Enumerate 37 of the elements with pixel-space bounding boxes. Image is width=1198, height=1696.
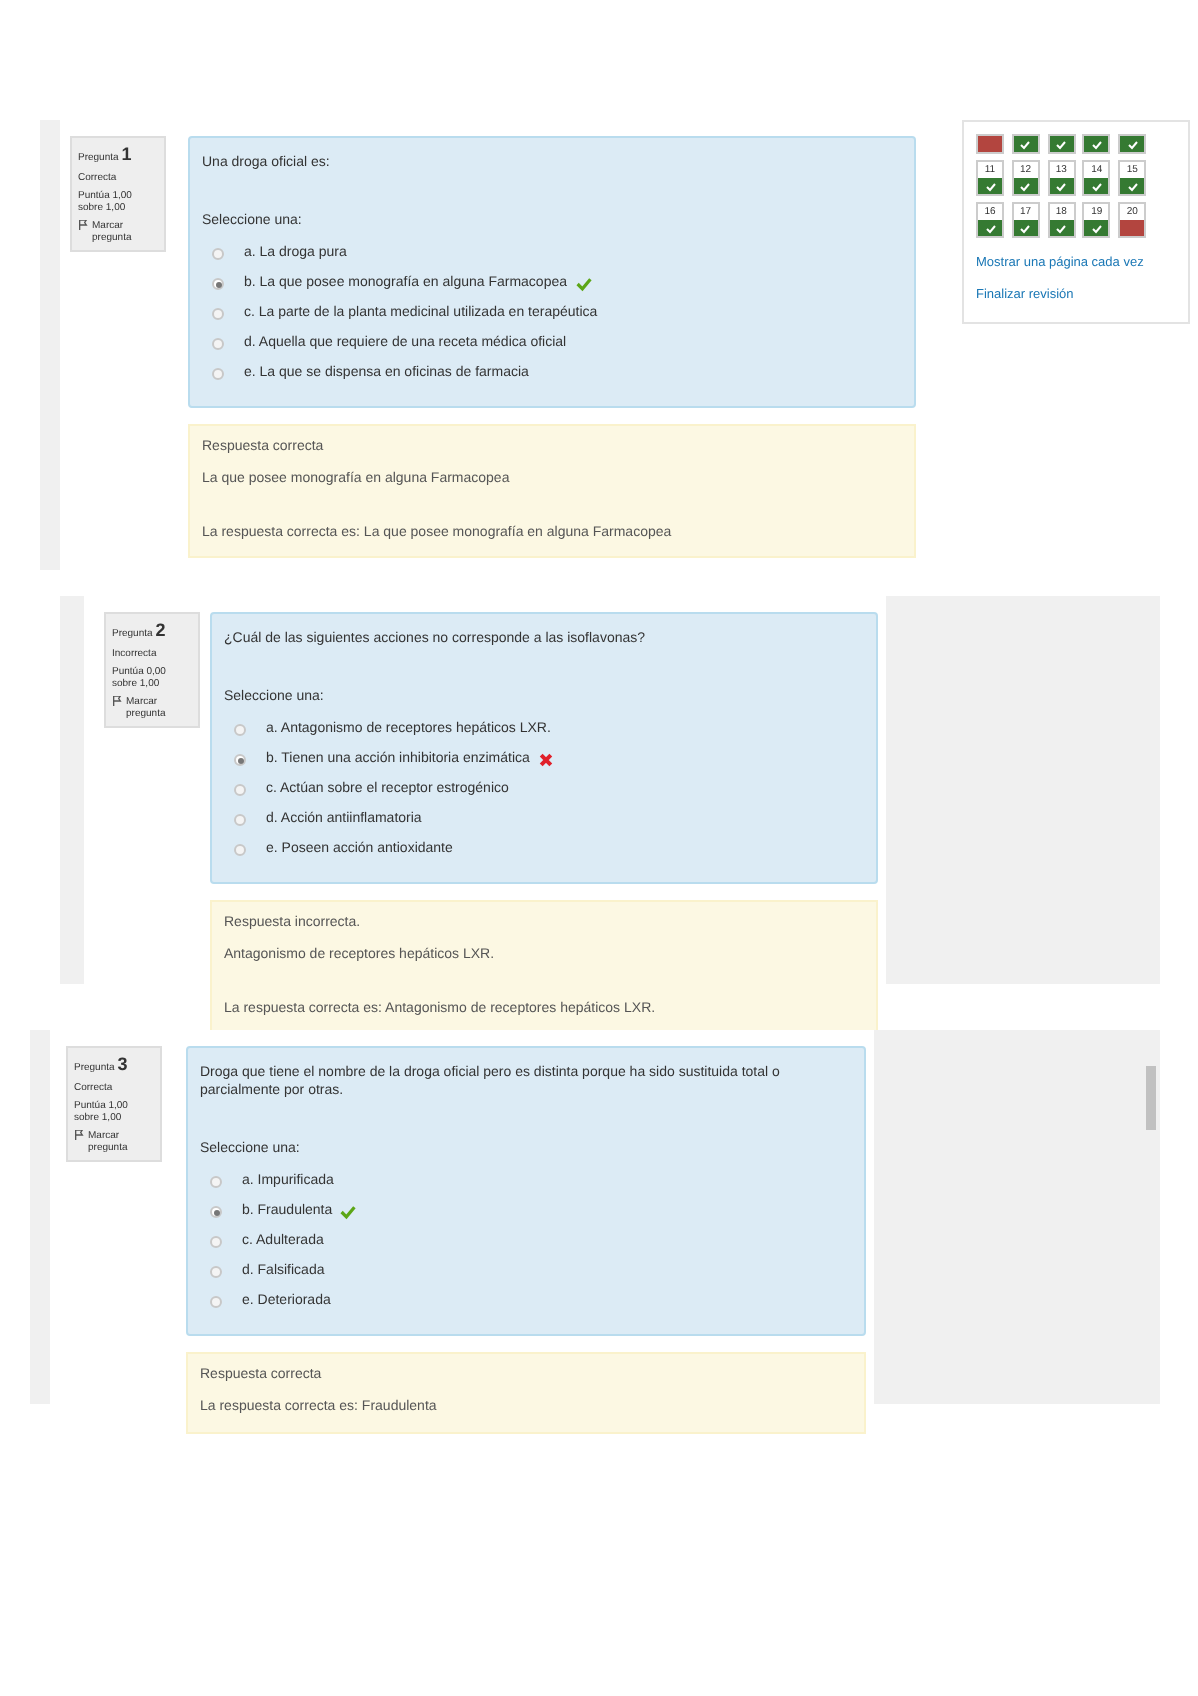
check-icon xyxy=(1091,223,1102,233)
radio-button[interactable] xyxy=(210,1236,222,1249)
radio-button[interactable] xyxy=(210,1296,222,1309)
flag-icon xyxy=(78,219,88,230)
radio-button[interactable] xyxy=(212,278,224,291)
radio-button[interactable] xyxy=(234,754,246,767)
radio-button[interactable] xyxy=(212,248,224,261)
check-icon xyxy=(1056,223,1067,233)
check-icon xyxy=(1020,139,1031,149)
check-icon xyxy=(1091,139,1102,149)
question-nav-button[interactable] xyxy=(1118,134,1147,154)
radio-button[interactable] xyxy=(210,1176,222,1189)
radio-button[interactable] xyxy=(210,1206,222,1219)
check-icon xyxy=(1056,181,1067,191)
question-nav-button[interactable] xyxy=(1011,134,1040,154)
check-icon xyxy=(1020,181,1031,191)
scrollbar-thumb[interactable] xyxy=(1146,1066,1156,1130)
radio-button[interactable] xyxy=(212,368,224,381)
check-icon xyxy=(1127,181,1138,191)
radio-button[interactable] xyxy=(234,724,246,737)
radio-button[interactable] xyxy=(212,308,224,321)
radio-button[interactable] xyxy=(234,784,246,797)
check-icon xyxy=(1127,139,1138,149)
radio-button[interactable] xyxy=(210,1266,222,1279)
check-icon xyxy=(985,223,995,233)
flag-icon xyxy=(74,1129,84,1140)
question-nav-button[interactable] xyxy=(1047,134,1076,154)
check-icon xyxy=(985,181,995,191)
check-icon xyxy=(1020,223,1031,233)
check-icon xyxy=(1091,181,1102,191)
question-nav-button[interactable] xyxy=(976,134,1004,154)
check-icon xyxy=(1056,139,1067,149)
radio-button[interactable] xyxy=(212,338,224,351)
question-nav-button[interactable] xyxy=(1082,134,1111,154)
radio-button[interactable] xyxy=(234,844,246,857)
flag-icon xyxy=(112,695,122,706)
radio-button[interactable] xyxy=(234,814,246,827)
